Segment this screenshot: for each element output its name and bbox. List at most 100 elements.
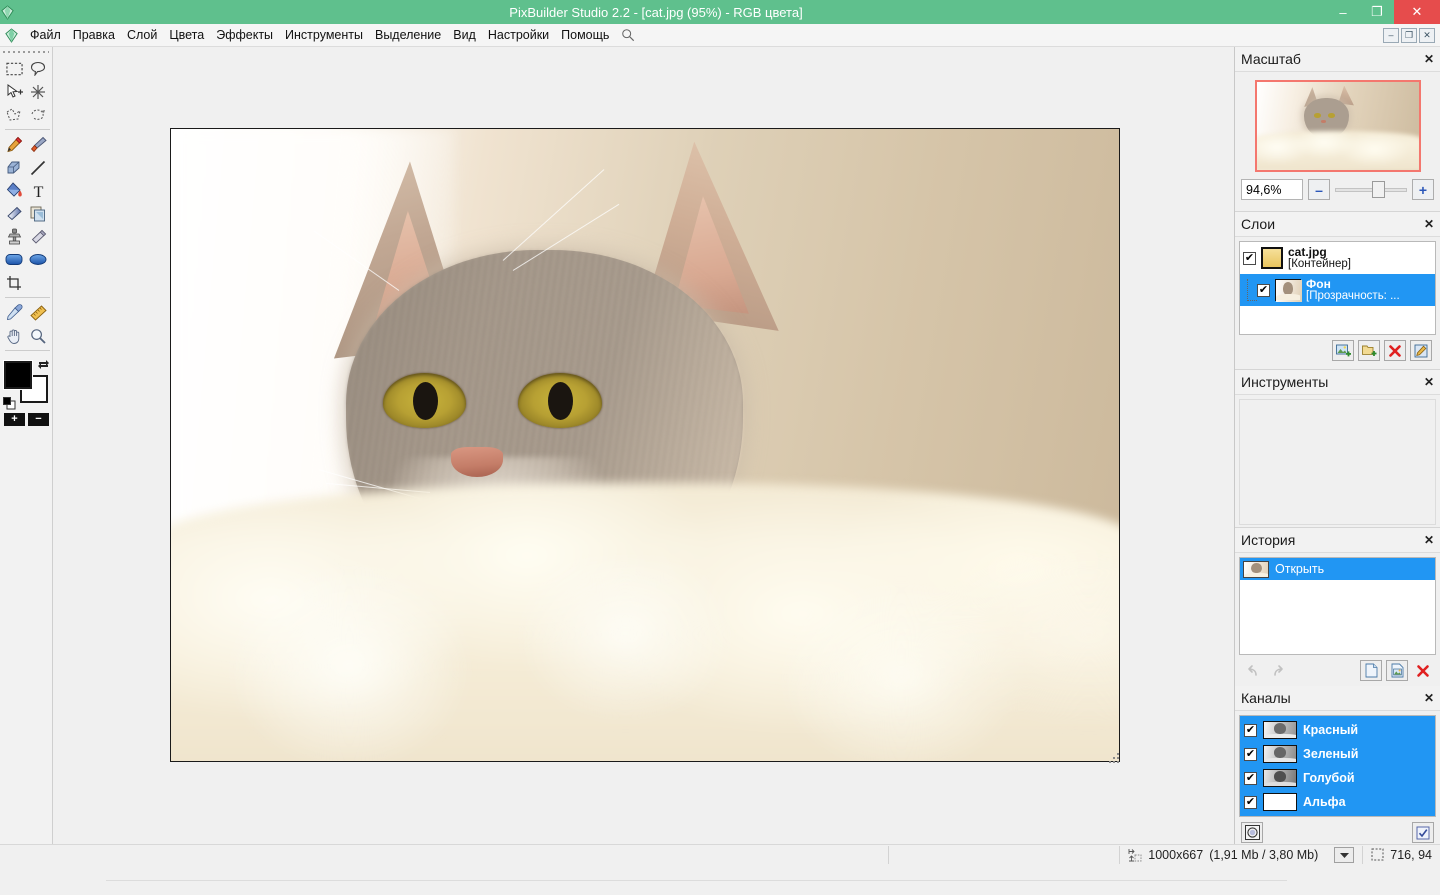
chevron-down-icon[interactable] — [1334, 847, 1354, 863]
channel-thumbnail — [1263, 745, 1297, 763]
zoom-slider-thumb[interactable] — [1372, 181, 1385, 198]
zoom-out-button[interactable]: – — [1308, 179, 1330, 200]
layer-row-background[interactable]: ✔ Фон [Прозрачность: ... — [1240, 274, 1435, 306]
fill-tool[interactable] — [2, 179, 26, 202]
channel-row-green[interactable]: ✔ Зеленый — [1240, 742, 1435, 766]
navigator-close-icon[interactable]: ✕ — [1424, 52, 1434, 66]
layer-thumbnail — [1275, 279, 1301, 301]
zoom-in-button[interactable]: + — [1412, 179, 1434, 200]
history-item-label: Открыть — [1275, 562, 1324, 576]
status-dropdown-cell[interactable] — [1326, 845, 1362, 865]
layers-close-icon[interactable]: ✕ — [1424, 217, 1434, 231]
layer-properties-button[interactable] — [1410, 340, 1432, 361]
magic-wand-tool[interactable] — [26, 80, 50, 103]
increase-button[interactable]: + — [4, 413, 25, 426]
measure-tool[interactable] — [26, 301, 50, 324]
ellipse-shape-tool[interactable] — [26, 248, 50, 271]
line-tool[interactable] — [26, 156, 50, 179]
tools-panel-body[interactable] — [1235, 395, 1440, 527]
mdi-close-button[interactable]: ✕ — [1419, 28, 1435, 43]
cat-photo — [171, 129, 1119, 761]
zoom-level-input[interactable]: 94,6% — [1241, 179, 1303, 200]
crop-tool[interactable] — [2, 271, 26, 294]
menu-item-help[interactable]: Помощь — [555, 25, 615, 45]
lasso-select-tool[interactable] — [26, 57, 50, 80]
navigator-preview[interactable] — [1255, 80, 1421, 172]
canvas-horizontal-scroll-area[interactable] — [106, 880, 1287, 895]
channel-visibility-checkbox[interactable]: ✔ — [1244, 772, 1257, 785]
channel-visibility-checkbox[interactable]: ✔ — [1244, 748, 1257, 761]
move-tool[interactable] — [2, 80, 26, 103]
new-snapshot-button[interactable] — [1360, 660, 1382, 681]
menu-item-file[interactable]: Файл — [24, 25, 67, 45]
channel-row-red[interactable]: ✔ Красный — [1240, 718, 1435, 742]
mdi-restore-button[interactable]: ❐ — [1401, 28, 1417, 43]
layer-visibility-checkbox[interactable]: ✔ — [1257, 284, 1270, 297]
zoom-tool[interactable] — [26, 324, 50, 347]
tools-panel-close-icon[interactable]: ✕ — [1424, 375, 1434, 389]
history-list[interactable]: Открыть — [1239, 557, 1436, 655]
layer-row-container[interactable]: ✔ cat.jpg [Контейнер] — [1240, 242, 1435, 274]
navigator-thumbnail-area[interactable] — [1241, 78, 1434, 174]
channel-options-button[interactable] — [1241, 822, 1263, 843]
menu-item-effects[interactable]: Эффекты — [210, 25, 279, 45]
clone-layer-tool[interactable] — [26, 202, 50, 225]
smudge-tool[interactable] — [26, 225, 50, 248]
color-picker-tool[interactable] — [2, 301, 26, 324]
polygon-select-tool[interactable] — [2, 103, 26, 126]
eraser-tool[interactable] — [2, 156, 26, 179]
text-tool[interactable]: T — [26, 179, 50, 202]
decrease-button[interactable]: − — [28, 413, 49, 426]
channel-visibility-checkbox[interactable]: ✔ — [1244, 796, 1257, 809]
delete-history-button[interactable] — [1412, 660, 1434, 681]
gradient-tool[interactable] — [2, 202, 26, 225]
channel-row-alpha[interactable]: ✔ Альфа — [1240, 790, 1435, 814]
freehand-select-tool[interactable] — [26, 103, 50, 126]
cat-pupil-left — [413, 382, 438, 420]
menu-item-tools[interactable]: Инструменты — [279, 25, 369, 45]
menu-item-layer[interactable]: Слой — [121, 25, 163, 45]
pan-tool[interactable] — [2, 324, 26, 347]
menu-item-view[interactable]: Вид — [447, 25, 482, 45]
zoom-slider[interactable] — [1335, 179, 1407, 200]
image-canvas[interactable] — [170, 128, 1120, 762]
reset-colors-icon[interactable] — [3, 397, 16, 410]
mdi-minimize-button[interactable]: – — [1383, 28, 1399, 43]
brush-tool[interactable] — [26, 133, 50, 156]
channels-close-icon[interactable]: ✕ — [1424, 691, 1434, 705]
layers-list[interactable]: ✔ cat.jpg [Контейнер] ✔ — [1239, 241, 1436, 335]
window-minimize-button[interactable]: – — [1326, 0, 1360, 24]
tools-panel-empty-area[interactable] — [1239, 399, 1436, 525]
history-close-icon[interactable]: ✕ — [1424, 533, 1434, 547]
swap-colors-icon[interactable] — [37, 358, 50, 371]
channel-row-blue[interactable]: ✔ Голубой — [1240, 766, 1435, 790]
rectangle-select-tool[interactable] — [2, 57, 26, 80]
pencil-tool[interactable] — [2, 133, 26, 156]
channel-name: Альфа — [1303, 795, 1346, 809]
channels-list[interactable]: ✔ Красный ✔ — [1239, 715, 1436, 817]
undo-button[interactable] — [1241, 660, 1263, 681]
rectangle-shape-tool[interactable] — [2, 248, 26, 271]
menu-item-selection[interactable]: Выделение — [369, 25, 447, 45]
clone-stamp-tool[interactable] — [2, 225, 26, 248]
snapshot-image-button[interactable] — [1386, 660, 1408, 681]
history-item-open[interactable]: Открыть — [1240, 558, 1435, 580]
redo-button[interactable] — [1267, 660, 1289, 681]
layer-visibility-checkbox[interactable]: ✔ — [1243, 252, 1256, 265]
window-maximize-button[interactable]: ❐ — [1360, 0, 1394, 24]
workspace[interactable] — [53, 47, 1234, 833]
channel-visibility-checkbox[interactable]: ✔ — [1244, 724, 1257, 737]
channel-apply-button[interactable] — [1412, 822, 1434, 843]
menu-item-colors[interactable]: Цвета — [163, 25, 210, 45]
history-panel-header: История ✕ — [1235, 528, 1440, 553]
window-close-button[interactable]: ✕ — [1394, 0, 1440, 24]
menu-item-edit[interactable]: Правка — [67, 25, 121, 45]
menu-item-settings[interactable]: Настройки — [482, 25, 555, 45]
add-layer-button[interactable] — [1358, 340, 1380, 361]
foreground-color-swatch[interactable] — [4, 361, 32, 389]
delete-layer-button[interactable] — [1384, 340, 1406, 361]
search-icon[interactable] — [615, 28, 641, 42]
toolbox-drag-handle[interactable] — [3, 49, 49, 56]
canvas-resize-handle[interactable] — [1108, 752, 1120, 764]
add-image-layer-button[interactable] — [1332, 340, 1354, 361]
